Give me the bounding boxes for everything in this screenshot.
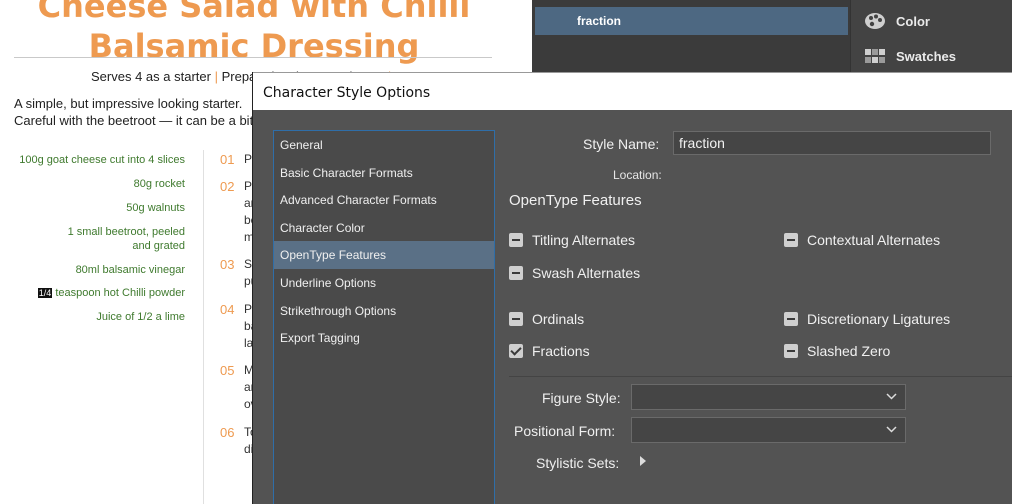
figure-style-dropdown[interactable] — [631, 384, 906, 410]
style-list-item-fraction[interactable]: fraction — [535, 7, 848, 35]
checkmark-icon — [509, 344, 523, 358]
style-name-input[interactable] — [673, 131, 991, 155]
step-number: 04 — [220, 302, 235, 317]
checkbox-label: Ordinals — [532, 311, 585, 327]
swatches-icon — [865, 49, 885, 63]
ingredient-item: Juice of 1/2 a lime — [96, 311, 185, 323]
titling-alternates-checkbox[interactable]: Titling Alternates — [509, 232, 635, 248]
category-export-tagging[interactable]: Export Tagging — [274, 324, 494, 352]
step-text: P — [244, 302, 253, 316]
checkbox-mixed-icon — [509, 266, 523, 280]
checkbox-label: Slashed Zero — [807, 343, 891, 359]
step-text: P — [244, 179, 253, 193]
swatches-panel-label: Swatches — [896, 48, 956, 64]
step-number: 02 — [220, 179, 235, 194]
swatches-panel-button[interactable]: Swatches — [864, 44, 956, 68]
checkbox-label: Contextual Alternates — [807, 232, 941, 248]
column-rule — [203, 150, 204, 504]
ordinals-checkbox[interactable]: Ordinals — [509, 311, 584, 327]
serves-separator: | — [214, 69, 218, 84]
title-rule — [14, 57, 492, 58]
palette-icon — [865, 13, 885, 29]
character-style-options-dialog: Character Style Options General Basic Ch… — [252, 72, 1012, 504]
discretionary-ligatures-checkbox[interactable]: Discretionary Ligatures — [784, 311, 950, 327]
fraction-highlight: 1/4 — [37, 288, 53, 298]
checkbox-mixed-icon — [784, 233, 798, 247]
ingredient-item: 80g rocket — [133, 178, 185, 190]
style-name-label: Style Name: — [583, 136, 660, 152]
ingredient-item: 80ml balsamic vinegar — [75, 264, 185, 276]
contextual-alternates-checkbox[interactable]: Contextual Alternates — [784, 232, 940, 248]
category-list: General Basic Character Formats Advanced… — [273, 130, 495, 504]
swash-alternates-checkbox[interactable]: Swash Alternates — [509, 265, 640, 281]
step-number: 01 — [220, 152, 235, 167]
intro-line-1: A simple, but impressive looking starter… — [14, 96, 243, 111]
checkbox-mixed-icon — [509, 312, 523, 326]
category-strikethrough-options[interactable]: Strikethrough Options — [274, 297, 494, 325]
section-divider — [509, 376, 1012, 377]
serves-text: Serves 4 as a starter — [91, 69, 211, 84]
step-number: 05 — [220, 363, 235, 378]
checkbox-label: Fractions — [532, 343, 590, 359]
checkbox-mixed-icon — [784, 344, 798, 358]
step-text: P — [244, 152, 253, 166]
checkbox-label: Swash Alternates — [532, 265, 641, 281]
step-number: 03 — [220, 257, 235, 272]
ingredient-item: 50g walnuts — [126, 202, 185, 214]
fractions-checkbox[interactable]: Fractions — [509, 343, 590, 359]
ingredient-text: teaspoon hot Chilli powder — [55, 287, 185, 299]
color-panel-button[interactable]: Color — [864, 9, 930, 33]
figure-style-label: Figure Style: — [542, 390, 621, 406]
location-label: Location: — [613, 168, 662, 182]
stylistic-sets-label: Stylistic Sets: — [536, 455, 620, 471]
ingredient-item: 100g goat cheese cut into 4 slices — [19, 154, 185, 166]
category-basic-character-formats[interactable]: Basic Character Formats — [274, 159, 494, 187]
ingredient-item: 1 small beetroot, peeled — [67, 226, 185, 238]
section-title: OpenType Features — [509, 192, 642, 209]
category-opentype-features[interactable]: OpenType Features — [274, 241, 494, 269]
dialog-title-bar[interactable]: Character Style Options — [253, 72, 1012, 110]
positional-form-dropdown[interactable] — [631, 417, 906, 443]
chevron-down-icon — [886, 426, 897, 433]
category-advanced-character-formats[interactable]: Advanced Character Formats — [274, 186, 494, 214]
category-general[interactable]: General — [274, 131, 494, 159]
checkbox-mixed-icon — [784, 312, 798, 326]
color-panel-label: Color — [896, 13, 930, 29]
checkbox-label: Titling Alternates — [532, 232, 635, 248]
positional-form-label: Positional Form: — [514, 423, 616, 439]
slashed-zero-checkbox[interactable]: Slashed Zero — [784, 343, 890, 359]
ingredient-item-chilli: 1/4 teaspoon hot Chilli powder — [37, 286, 185, 300]
checkbox-mixed-icon — [509, 233, 523, 247]
step-number: 06 — [220, 425, 235, 440]
chevron-down-icon — [886, 393, 897, 400]
checkbox-label: Discretionary Ligatures — [807, 311, 951, 327]
category-underline-options[interactable]: Underline Options — [274, 269, 494, 297]
category-character-color[interactable]: Character Color — [274, 214, 494, 242]
disclosure-triangle-icon[interactable] — [640, 456, 646, 466]
ingredient-item-cont: and grated — [132, 240, 185, 252]
